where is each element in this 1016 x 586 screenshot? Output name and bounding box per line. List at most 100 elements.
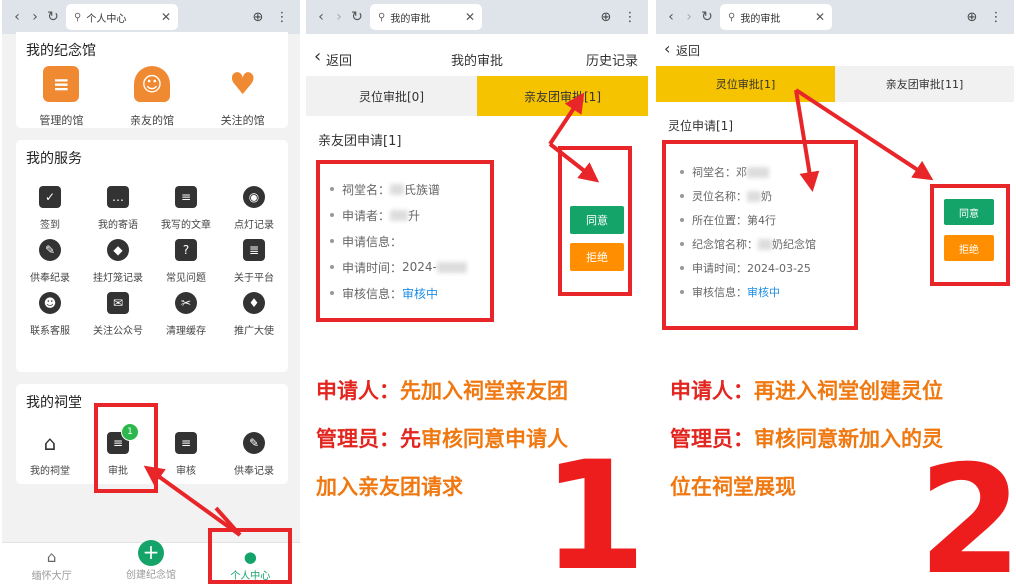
- reload-icon[interactable]: ↻: [348, 9, 366, 25]
- forward-nav-icon[interactable]: ›: [26, 9, 44, 25]
- tab-family-approval[interactable]: 亲友团审批[1]: [477, 76, 648, 116]
- page-title: 我的审批: [451, 54, 504, 69]
- service-wechat[interactable]: ✉ 关注公众号: [84, 292, 152, 337]
- support-icon: ☻: [39, 292, 61, 314]
- nav-create-memorial[interactable]: + 创建纪念馆: [101, 540, 200, 586]
- service-faq[interactable]: ? 常见问题: [152, 239, 220, 284]
- more-icon[interactable]: ⋮: [618, 10, 642, 25]
- caption-line-3: 加入亲友团请求: [316, 466, 463, 508]
- service-clear-cache[interactable]: ✂ 清理缓存: [152, 292, 220, 337]
- back-chevron-icon[interactable]: ‹: [664, 39, 670, 58]
- close-tab-icon[interactable]: ✕: [465, 10, 475, 24]
- offering-record-button[interactable]: ✎ 供奉记录: [220, 432, 288, 477]
- service-support[interactable]: ☻ 联系客服: [16, 292, 84, 337]
- service-label: 联系客服: [30, 326, 70, 337]
- question-icon: ?: [175, 239, 197, 261]
- globe-icon[interactable]: ⊕: [246, 10, 270, 25]
- globe-icon[interactable]: ⊕: [594, 10, 618, 25]
- broom-icon: ✂: [175, 292, 197, 314]
- managed-memorial-label: 管理的馆: [39, 114, 84, 127]
- wechat-icon: ✉: [107, 292, 129, 314]
- service-label: 关于平台: [234, 273, 274, 284]
- forward-nav-icon[interactable]: ›: [680, 9, 698, 25]
- offering-record-icon: ✎: [243, 432, 265, 454]
- hall-icon: ≡: [43, 66, 80, 102]
- browser-tab[interactable]: ⚲ 我的审批 ✕: [720, 4, 832, 30]
- caption-line-1: 申请人：再进入祠堂创建灵位: [670, 370, 943, 412]
- service-my-messages[interactable]: … 我的寄语: [84, 186, 152, 231]
- service-lamp-record[interactable]: ◉ 点灯记录: [220, 186, 288, 231]
- reload-icon[interactable]: ↻: [44, 9, 62, 25]
- forward-nav-icon[interactable]: ›: [330, 9, 348, 25]
- service-offering-record[interactable]: ✎ 供奉纪录: [16, 239, 84, 284]
- heart-icon: ♥: [229, 66, 257, 102]
- app-header: ‹ 返回: [656, 34, 1014, 64]
- back-link[interactable]: 返回: [676, 42, 700, 59]
- service-about[interactable]: ≣ 关于平台: [220, 239, 288, 284]
- my-ancestral-hall-button[interactable]: ⌂ 我的祠堂: [16, 432, 84, 477]
- ancestral-label: 我的祠堂: [30, 466, 70, 477]
- plus-circle-icon: +: [137, 540, 164, 566]
- service-label: 关注公众号: [93, 326, 143, 337]
- browser-tab[interactable]: ⚲ 我的审批 ✕: [370, 4, 482, 30]
- approval-tabs: 灵位审批[0] 亲友团审批[1]: [306, 76, 648, 116]
- caption-key: 管理员：先: [316, 427, 421, 451]
- back-nav-icon[interactable]: ‹: [662, 9, 680, 25]
- browser-tab[interactable]: ⚲ 个人中心 ✕: [66, 4, 178, 30]
- followed-memorial-button[interactable]: ♥ 关注的馆: [221, 66, 265, 128]
- personal-center-screen: ‹ › ↻ ⚲ 个人中心 ✕ ⊕ ⋮ 我的纪念馆 ≡ 管理的馆 ☺ 亲友的馆 ♥…: [2, 0, 300, 586]
- handshake-icon: ♦: [243, 292, 265, 314]
- relatives-memorial-button[interactable]: ☺ 亲友的馆: [130, 66, 174, 128]
- browser-toolbar: ‹ › ↻ ⚲ 我的审批 ✕ ⊕ ⋮: [656, 0, 1014, 34]
- approval-screen-tablet: ‹ › ↻ ⚲ 我的审批 ✕ ⊕ ⋮ ‹ 返回 灵位审批[1] 亲友团审批[11…: [656, 0, 1014, 586]
- document-icon: ≣: [243, 239, 265, 261]
- relatives-memorial-label: 亲友的馆: [129, 114, 174, 127]
- ancestral-label: 供奉记录: [234, 466, 274, 477]
- managed-memorial-button[interactable]: ≡ 管理的馆: [39, 66, 83, 128]
- ancestral-label: 审核: [176, 466, 196, 477]
- service-my-articles[interactable]: ≡ 我写的文章: [152, 186, 220, 231]
- temple-icon: ⌂: [43, 431, 57, 455]
- followed-memorial-label: 关注的馆: [220, 114, 265, 127]
- section-title: 灵位申请[1]: [668, 119, 733, 133]
- history-link[interactable]: 历史记录: [586, 50, 638, 69]
- browser-toolbar: ‹ › ↻ ⚲ 我的审批 ✕ ⊕ ⋮: [306, 0, 648, 34]
- reload-icon[interactable]: ↻: [698, 9, 716, 25]
- service-label: 清理缓存: [166, 326, 206, 337]
- highlight-buttons: [930, 184, 1010, 286]
- tab-tablet-approval[interactable]: 灵位审批[0]: [306, 76, 477, 116]
- highlight-application: [316, 160, 494, 322]
- nav-memorial-hall[interactable]: ⌂ 缅怀大厅: [2, 543, 101, 586]
- caption-key: 管理员：: [670, 427, 754, 451]
- service-label: 我的寄语: [98, 220, 138, 231]
- back-chevron-icon[interactable]: ‹: [314, 46, 321, 67]
- back-nav-icon[interactable]: ‹: [8, 9, 26, 25]
- service-ambassador[interactable]: ♦ 推广大使: [220, 292, 288, 337]
- globe-icon[interactable]: ⊕: [960, 10, 984, 25]
- tab-tablet-approval[interactable]: 灵位审批[1]: [656, 66, 835, 102]
- back-link[interactable]: 返回: [326, 50, 352, 69]
- approval-tabs: 灵位审批[1] 亲友团审批[11]: [656, 66, 1014, 102]
- service-checkin[interactable]: ✓ 签到: [16, 186, 84, 231]
- close-tab-icon[interactable]: ✕: [161, 10, 171, 24]
- caption-line-2: 管理员：先审核同意申请人: [316, 418, 568, 460]
- service-lantern-record[interactable]: ◆ 挂灯笼记录: [84, 239, 152, 284]
- close-tab-icon[interactable]: ✕: [815, 10, 825, 24]
- caption-text: 位在祠堂展现: [670, 475, 796, 499]
- lamp-record-icon: ◉: [243, 186, 265, 208]
- list-icon: ≡: [175, 186, 197, 208]
- step-number: 1: [542, 430, 647, 586]
- service-label: 点灯记录: [234, 220, 274, 231]
- review-button[interactable]: ≡ 审核: [152, 432, 220, 477]
- lantern-icon: ◆: [107, 239, 129, 261]
- nav-label: 缅怀大厅: [31, 571, 72, 582]
- service-label: 签到: [40, 220, 60, 231]
- browser-tab-title: 我的审批: [740, 13, 781, 25]
- service-label: 我写的文章: [161, 220, 211, 231]
- highlight-approval: [94, 403, 158, 493]
- more-icon[interactable]: ⋮: [984, 10, 1008, 25]
- more-icon[interactable]: ⋮: [270, 10, 294, 25]
- back-nav-icon[interactable]: ‹: [312, 9, 330, 25]
- tab-family-approval[interactable]: 亲友团审批[11]: [835, 66, 1014, 102]
- caption-line-2: 管理员：审核同意新加入的灵: [670, 418, 943, 460]
